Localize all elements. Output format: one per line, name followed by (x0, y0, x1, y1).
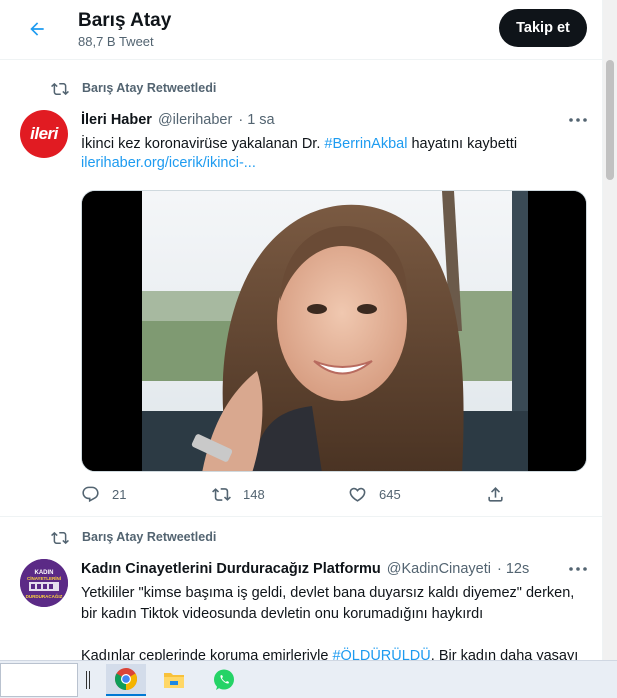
tweet-text-part: Kadınlar ceplerinde koruma emirleriyle (81, 648, 333, 660)
file-explorer-taskbar-button[interactable] (154, 664, 194, 696)
tweet-count: 88,7 B Tweet (78, 34, 154, 49)
tweet[interactable]: Barış Atay Retweetledi KADIN CİNAYETLERİ… (0, 517, 602, 660)
hashtag-link[interactable]: #BerrinAkbal (324, 136, 407, 152)
tweet-text-part: . Bir kadın daha yaşayı (430, 648, 579, 660)
portrait-photo (82, 191, 586, 471)
avatar[interactable]: ileri (20, 110, 68, 158)
retweet-icon (51, 82, 69, 96)
share-button[interactable] (486, 482, 505, 506)
page-scrollbar[interactable] (603, 0, 617, 660)
hashtag-link[interactable]: #ÖLDÜRÜLDÜ (332, 648, 430, 660)
tweet-time[interactable]: · 1 sa (238, 112, 274, 128)
like-button[interactable]: 645 (348, 482, 401, 506)
tweet-header: Kadın Cinayetlerini Durduracağız Platfor… (81, 561, 529, 577)
chrome-icon (115, 668, 137, 690)
tweet-text-part: İkinci kez koronavirüse yakalanan Dr. (81, 136, 325, 152)
more-horizontal-icon (569, 567, 587, 571)
file-explorer-icon (164, 673, 184, 688)
retweet-label[interactable]: Barış Atay Retweetledi (82, 530, 216, 544)
tweet-media-image[interactable] (81, 190, 587, 472)
follow-button[interactable]: Takip et (499, 9, 587, 47)
share-icon (488, 486, 503, 502)
tweet-text: İkinci kez koronavirüse yakalanan Dr. #B… (81, 134, 591, 155)
tweet[interactable]: Barış Atay Retweetledi ileri İleri Haber… (0, 68, 602, 517)
svg-text:CİNAYETLERİNİ: CİNAYETLERİNİ (27, 575, 61, 581)
more-options-button[interactable] (566, 561, 590, 577)
chrome-taskbar-button[interactable] (106, 664, 146, 696)
author-handle[interactable]: @KadinCinayeti (387, 561, 491, 577)
article-link[interactable]: ilerihaber.org/icerik/ikinci-... (81, 155, 256, 171)
tweet-url: ilerihaber.org/icerik/ikinci-... (81, 155, 256, 171)
arrow-left-icon (30, 22, 44, 36)
retweet-button[interactable]: 148 (212, 482, 265, 506)
like-count: 645 (379, 486, 401, 502)
profile-header: Barış Atay 88,7 B Tweet Takip et (0, 0, 602, 60)
scrollbar-thumb[interactable] (606, 60, 614, 180)
more-horizontal-icon (569, 118, 587, 122)
tweet-actions: 21 148 645 (81, 482, 511, 506)
taskbar-search-box[interactable] (0, 663, 78, 697)
tweet-time[interactable]: · 12s (497, 561, 529, 577)
reply-button[interactable]: 21 (81, 482, 126, 506)
retweet-icon (51, 531, 69, 545)
retweet-count: 148 (243, 486, 265, 502)
whatsapp-icon (214, 669, 234, 690)
tweet-header: İleri Haber @ilerihaber · 1 sa (81, 112, 275, 128)
platform-logo: KADIN CİNAYETLERİNİ DURDURACAĞIZ (20, 559, 68, 607)
profile-name: Barış Atay (78, 10, 172, 31)
retweet-icon (212, 487, 231, 501)
heart-icon (349, 487, 366, 502)
tweet-paragraph: Kadınlar ceplerinde koruma emirleriyle #… (81, 646, 591, 660)
retweet-label[interactable]: Barış Atay Retweetledi (82, 81, 216, 95)
retweet-context: Barış Atay Retweetledi (50, 80, 216, 98)
author-name[interactable]: Kadın Cinayetlerini Durduracağız Platfor… (81, 561, 381, 577)
tweet-text-part: hayatını kaybetti (407, 136, 518, 152)
tweet-text: Yetkililer "kimse başıma iş geldi, devle… (81, 583, 591, 660)
reply-icon (82, 486, 99, 502)
whatsapp-taskbar-button[interactable] (204, 664, 244, 696)
retweet-context: Barış Atay Retweetledi (50, 529, 216, 547)
taskbar-divider (86, 671, 92, 689)
author-handle[interactable]: @ilerihaber (158, 112, 232, 128)
avatar-logo-text: ileri (30, 124, 58, 143)
avatar[interactable]: KADIN CİNAYETLERİNİ DURDURACAĞIZ (20, 559, 68, 607)
twitter-profile-page: Barış Atay 88,7 B Tweet Takip et Barış A… (0, 0, 603, 660)
svg-text:DURDURACAĞIZ: DURDURACAĞIZ (26, 592, 63, 599)
more-options-button[interactable] (566, 112, 590, 128)
author-name[interactable]: İleri Haber (81, 112, 152, 128)
tweet-paragraph: Yetkililer "kimse başıma iş geldi, devle… (81, 585, 575, 622)
tweet-feed: Barış Atay Retweetledi ileri İleri Haber… (0, 68, 602, 660)
back-button[interactable] (20, 12, 54, 46)
reply-count: 21 (112, 486, 127, 502)
windows-taskbar (0, 660, 617, 698)
